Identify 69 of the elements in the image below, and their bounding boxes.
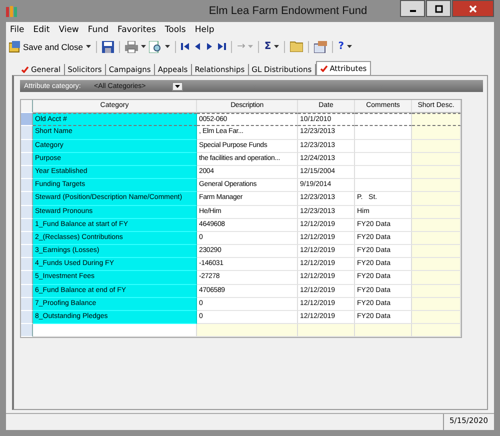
- row-selector[interactable]: [21, 311, 33, 324]
- table-cell: [412, 311, 461, 324]
- menu-item[interactable]: Fund: [88, 25, 108, 35]
- table-cell: [412, 113, 461, 126]
- row-selector[interactable]: [21, 140, 33, 153]
- table-cell: [298, 324, 355, 338]
- caret-icon[interactable]: [347, 45, 352, 48]
- table-cell: [412, 179, 461, 192]
- table-cell: [355, 324, 412, 338]
- save-and-close-button[interactable]: Save and Close: [9, 40, 84, 52]
- printer-icon[interactable]: [125, 40, 138, 52]
- row-selector[interactable]: [21, 126, 33, 140]
- row-selector[interactable]: [21, 206, 33, 219]
- table-cell: [412, 324, 461, 338]
- help-button[interactable]: ?: [338, 41, 344, 52]
- first-record-icon[interactable]: [181, 42, 190, 51]
- menu-item[interactable]: Help: [194, 25, 214, 35]
- row-selector[interactable]: [21, 218, 33, 232]
- row-selector[interactable]: [21, 271, 33, 285]
- table-cell: [412, 218, 461, 232]
- minimize-button[interactable]: [400, 0, 425, 17]
- caret-icon[interactable]: [141, 45, 146, 48]
- menu-item[interactable]: File: [10, 25, 24, 35]
- print-preview-icon[interactable]: [149, 40, 162, 52]
- close-button[interactable]: [452, 0, 494, 17]
- row-selector[interactable]: [21, 284, 33, 298]
- menu-item[interactable]: Favorites: [117, 25, 156, 35]
- next-record-icon[interactable]: [205, 42, 214, 51]
- window-title: Elm Lea Farm Endowment Fund: [208, 5, 368, 17]
- table-cell: [412, 258, 461, 272]
- row-selector[interactable]: [21, 192, 33, 206]
- row-selector[interactable]: [21, 324, 33, 338]
- row-selector[interactable]: [21, 232, 33, 246]
- table-cell: [412, 152, 461, 166]
- maximize-button[interactable]: [426, 0, 451, 17]
- row-selector[interactable]: [21, 245, 33, 258]
- row-selector[interactable]: [21, 179, 33, 192]
- caret-icon: [175, 84, 180, 88]
- row-selector[interactable]: [21, 166, 33, 180]
- table-cell: [412, 192, 461, 206]
- table-cell: [412, 298, 461, 311]
- table-cell: [412, 140, 461, 153]
- table-cell: [412, 232, 461, 246]
- row-selector[interactable]: [21, 113, 33, 126]
- save-close-icon: [9, 40, 21, 52]
- row-selector[interactable]: [21, 298, 33, 311]
- close-icon: [469, 4, 477, 12]
- menu-item[interactable]: Edit: [33, 25, 50, 35]
- sum-button[interactable]: Σ: [264, 41, 272, 52]
- previous-record-icon[interactable]: [193, 42, 202, 51]
- maximize-icon: [434, 4, 442, 12]
- row-selector[interactable]: [21, 258, 33, 272]
- caret-icon[interactable]: [165, 45, 170, 48]
- table-cell: [412, 166, 461, 180]
- last-record-icon[interactable]: [217, 42, 226, 51]
- table-cell: [412, 126, 461, 140]
- table-cell: [412, 271, 461, 285]
- table-cell: [412, 284, 461, 298]
- caret-icon[interactable]: [86, 45, 92, 48]
- table-cell: [412, 206, 461, 219]
- menu-item[interactable]: Tools: [164, 25, 186, 35]
- folder-icon[interactable]: [290, 41, 304, 52]
- books-icon: [6, 6, 18, 16]
- caret-icon[interactable]: [274, 45, 280, 48]
- table-cell: [412, 245, 461, 258]
- dropdown-button[interactable]: [172, 82, 183, 90]
- menu-item[interactable]: View: [58, 25, 79, 35]
- window-icon[interactable]: [314, 40, 328, 52]
- row-selector[interactable]: [21, 152, 33, 166]
